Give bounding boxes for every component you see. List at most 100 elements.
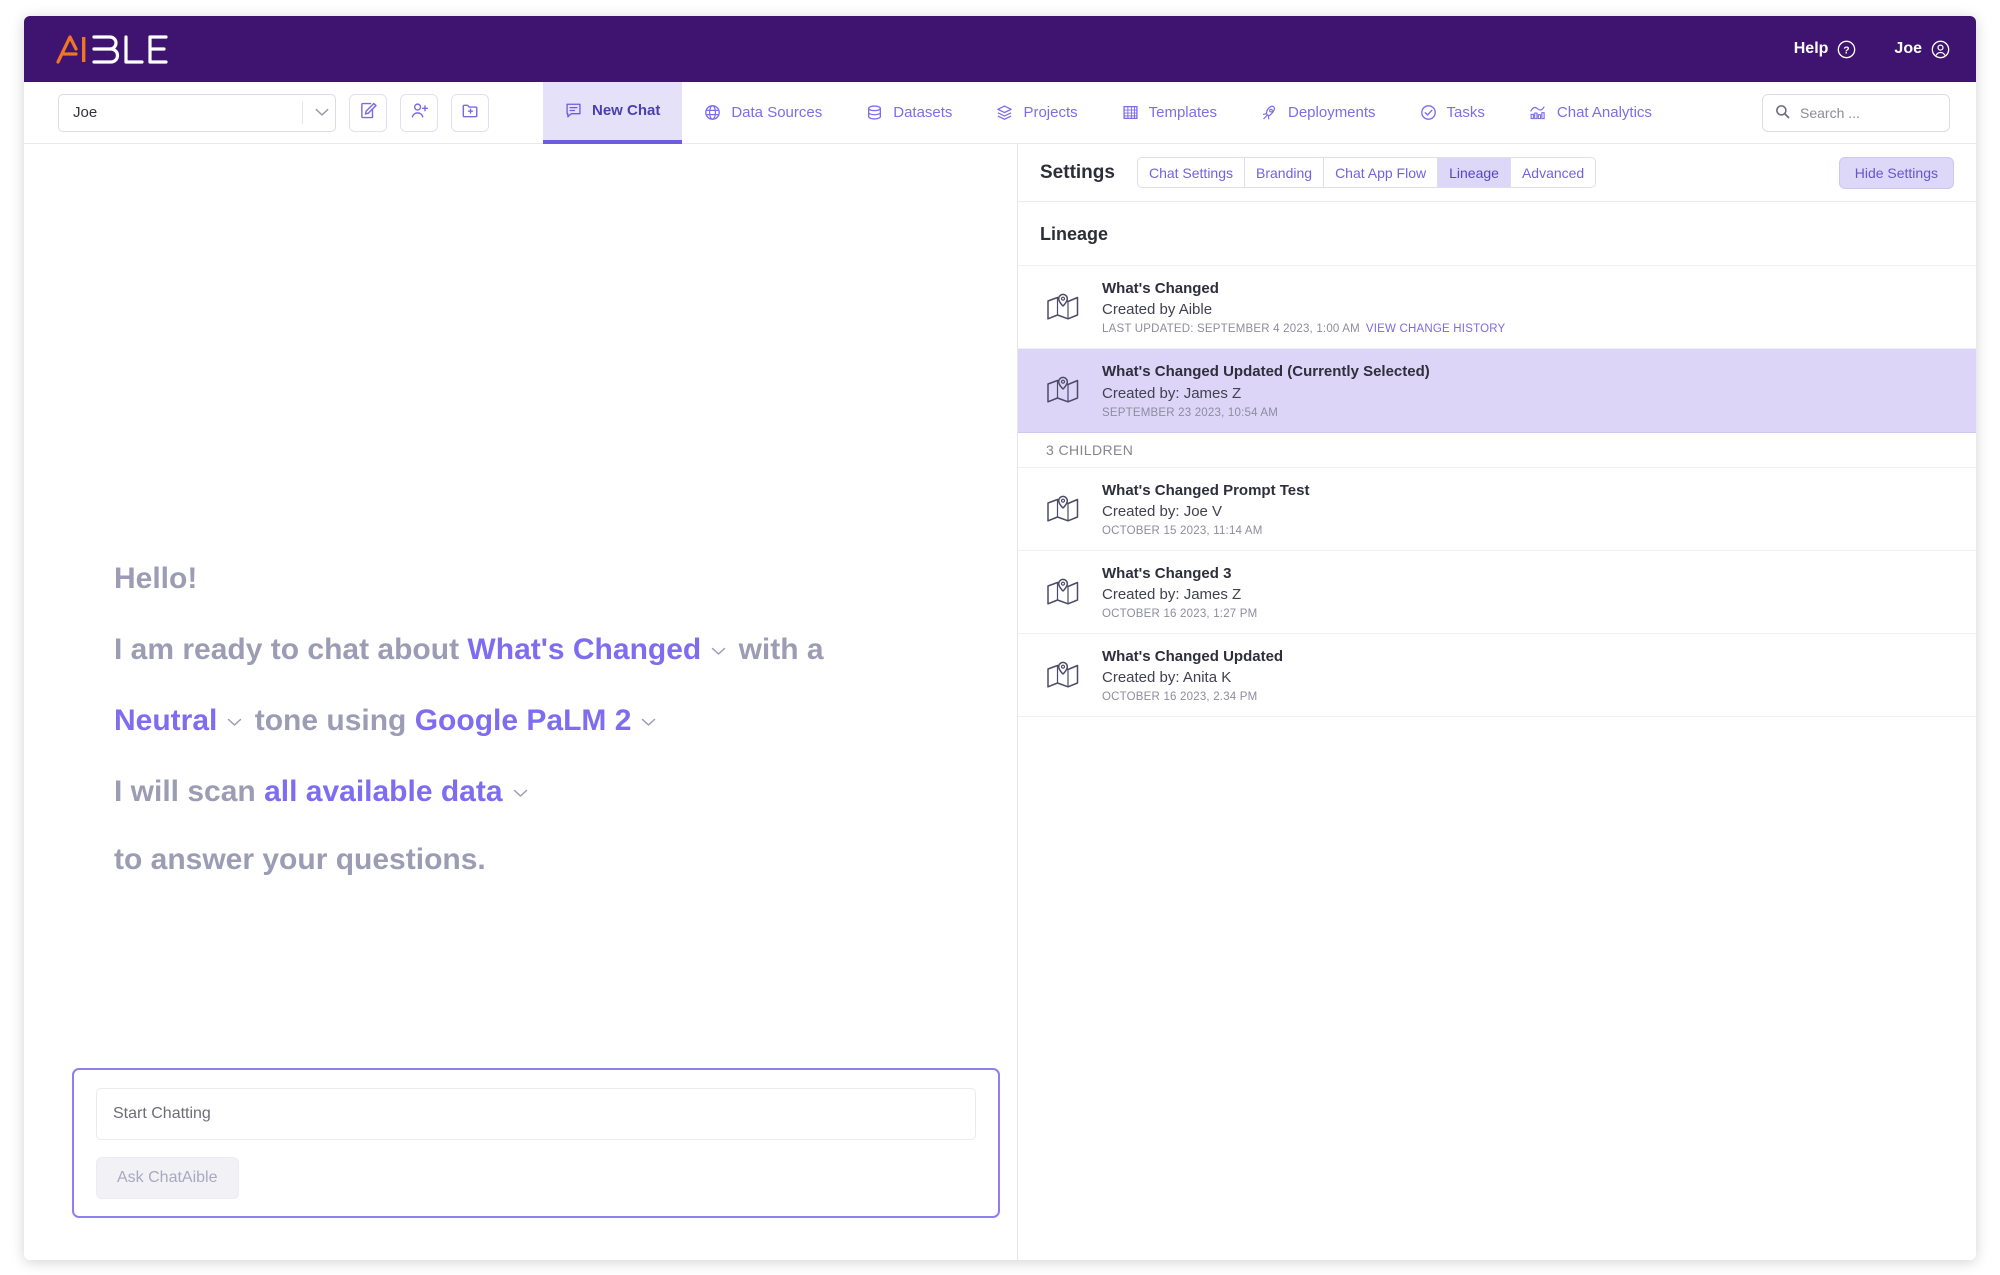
tab-label: Deployments xyxy=(1288,104,1376,121)
chevron-down-icon[interactable] xyxy=(711,632,726,662)
lineage-row-text: What's Changed Updated (Currently Select… xyxy=(1102,362,1430,418)
lineage-creator: Created by: Joe V xyxy=(1102,502,1223,520)
map-pin-icon xyxy=(1046,292,1080,322)
tone-dropdown-value[interactable]: Neutral xyxy=(114,704,217,737)
tab-chat-app-flow[interactable]: Chat App Flow xyxy=(1324,158,1439,187)
lineage-meta: OCTOBER 16 2023, 1:27 PM xyxy=(1102,608,1258,620)
lineage-row[interactable]: What's Changed Prompt Test Created by: J… xyxy=(1018,468,1976,551)
tab-label: Projects xyxy=(1023,104,1078,121)
tab-tasks[interactable]: Tasks xyxy=(1398,82,1507,144)
edit-button[interactable] xyxy=(349,93,387,132)
tab-chat-analytics[interactable]: Chat Analytics xyxy=(1507,82,1674,144)
chevron-down-icon xyxy=(302,101,329,124)
chevron-down-icon[interactable] xyxy=(641,703,656,733)
view-change-history-link[interactable]: VIEW CHANGE HISTORY xyxy=(1366,323,1505,335)
app-header: Help ? Joe xyxy=(24,16,1976,82)
lineage-name: What's Changed Updated xyxy=(1102,648,1284,665)
chat-message-input[interactable]: Start Chatting xyxy=(96,1088,976,1140)
lineage-name: What's Changed xyxy=(1102,280,1219,297)
greeting-line-tone: Neutral tone using Google PaLM 2 xyxy=(114,703,914,736)
lineage-meta: OCTOBER 16 2023, 2.34 PM xyxy=(1102,691,1258,704)
settings-tab-group: Chat Settings Branding Chat App Flow Lin… xyxy=(1136,157,1597,188)
lineage-section-title: Lineage xyxy=(1018,202,1976,266)
greeting-line4-pre: I will scan xyxy=(114,775,256,808)
lineage-name: What's Changed Updated (Currently Select… xyxy=(1102,363,1430,381)
analytics-icon xyxy=(1529,104,1547,121)
main-tabs: New Chat Data Sources Datasets Projects xyxy=(543,81,1674,144)
check-circle-icon xyxy=(1420,104,1437,121)
chevron-down-icon[interactable] xyxy=(513,774,528,804)
tab-chat-settings[interactable]: Chat Settings xyxy=(1138,158,1246,187)
greeting-line2-post: with a xyxy=(738,633,824,666)
tab-advanced[interactable]: Advanced xyxy=(1511,158,1595,187)
tab-templates[interactable]: Templates xyxy=(1100,82,1239,144)
lineage-row[interactable]: What's Changed Created by Aible LAST UPD… xyxy=(1018,266,1976,350)
lineage-row[interactable]: What's Changed Updated Created by: Anita… xyxy=(1018,634,1976,718)
new-folder-icon xyxy=(461,101,480,125)
lineage-row-text: What's Changed 3 Created by: James Z OCT… xyxy=(1102,564,1257,620)
help-label: Help xyxy=(1793,40,1829,57)
project-select[interactable]: Joe xyxy=(58,93,336,132)
lineage-meta: LAST UPDATED: SEPTEMBER 4 2023, 1:00 AM V… xyxy=(1102,323,1505,335)
settings-title: Settings xyxy=(1040,161,1115,183)
new-folder-button[interactable] xyxy=(451,93,489,132)
chevron-down-icon[interactable] xyxy=(227,703,242,733)
greeting-line-topic: I am ready to chat about What's Changed … xyxy=(114,632,914,665)
chat-pane: Hello! I am ready to chat about What's C… xyxy=(24,144,1018,1260)
search-placeholder: Search ... xyxy=(1800,105,1860,121)
add-user-button[interactable] xyxy=(400,93,438,132)
tab-datasets[interactable]: Datasets xyxy=(844,82,974,144)
lineage-meta: OCTOBER 15 2023, 11:14 AM xyxy=(1102,524,1263,537)
map-pin-icon xyxy=(1046,660,1080,690)
topic-dropdown-value[interactable]: What's Changed xyxy=(467,633,701,666)
app-window: Help ? Joe Joe New Chat Data Sources Dat… xyxy=(24,16,1976,1260)
greeting-line3-mid: tone using xyxy=(254,704,407,737)
rocket-icon xyxy=(1261,104,1278,121)
map-pin-icon xyxy=(1046,494,1080,524)
model-dropdown-value[interactable]: Google PaLM 2 xyxy=(415,704,632,737)
lineage-name: What's Changed 3 xyxy=(1102,564,1232,582)
tab-branding[interactable]: Branding xyxy=(1245,158,1325,187)
lineage-timestamp: LAST UPDATED: SEPTEMBER 4 2023, 1:00 AM xyxy=(1102,323,1360,336)
lineage-name: What's Changed Prompt Test xyxy=(1102,481,1310,499)
tab-lineage[interactable]: Lineage xyxy=(1438,158,1511,187)
lineage-row-text: What's Changed Created by Aible LAST UPD… xyxy=(1102,279,1505,335)
user-menu[interactable]: Joe xyxy=(1894,40,1950,59)
help-button[interactable]: Help ? xyxy=(1794,40,1857,59)
map-pin-icon xyxy=(1046,375,1080,405)
app-body: Hello! I am ready to chat about What's C… xyxy=(24,144,1976,1260)
globe-icon xyxy=(704,104,721,121)
map-pin-icon xyxy=(1046,577,1080,607)
lineage-row-selected[interactable]: What's Changed Updated (Currently Select… xyxy=(1018,349,1976,433)
lineage-row[interactable]: What's Changed 3 Created by: James Z OCT… xyxy=(1018,551,1976,634)
tab-label: Templates xyxy=(1148,104,1217,121)
chat-icon xyxy=(565,102,582,119)
tab-new-chat[interactable]: New Chat xyxy=(543,81,683,144)
aible-logo[interactable] xyxy=(54,32,182,66)
lineage-creator: Created by Aible xyxy=(1102,301,1213,319)
greeting-line-closing: to answer your questions. xyxy=(114,843,486,876)
greeting-line2-pre: I am ready to chat about xyxy=(114,633,460,666)
main-toolbar: Joe New Chat Data Sources Datasets Proje… xyxy=(24,81,1976,144)
user-circle-icon xyxy=(1931,40,1950,59)
tab-projects[interactable]: Projects xyxy=(974,82,1099,144)
layers-icon xyxy=(996,104,1013,121)
tab-deployments[interactable]: Deployments xyxy=(1239,82,1398,144)
tab-data-sources[interactable]: Data Sources xyxy=(682,82,844,144)
chat-greeting: Hello! I am ready to chat about What's C… xyxy=(114,564,914,875)
svg-text:?: ? xyxy=(1844,45,1850,56)
scope-dropdown-value[interactable]: all available data xyxy=(264,775,502,808)
user-label: Joe xyxy=(1894,40,1922,57)
chat-composer: Start Chatting Ask ChatAible xyxy=(72,1068,1000,1218)
lineage-creator: Created by: Anita K xyxy=(1102,669,1232,687)
search-input[interactable]: Search ... xyxy=(1762,94,1950,132)
hide-settings-button[interactable]: Hide Settings xyxy=(1838,156,1954,189)
lineage-creator: Created by: James Z xyxy=(1102,586,1242,603)
ask-chataible-button[interactable]: Ask ChatAible xyxy=(96,1157,239,1199)
tab-label: Chat Analytics xyxy=(1556,104,1652,121)
tab-label: Data Sources xyxy=(731,104,823,121)
lineage-row-text: What's Changed Prompt Test Created by: J… xyxy=(1102,481,1309,537)
edit-icon xyxy=(359,101,378,125)
project-select-value: Joe xyxy=(73,104,98,121)
header-right-group: Help ? Joe xyxy=(1794,40,1950,59)
